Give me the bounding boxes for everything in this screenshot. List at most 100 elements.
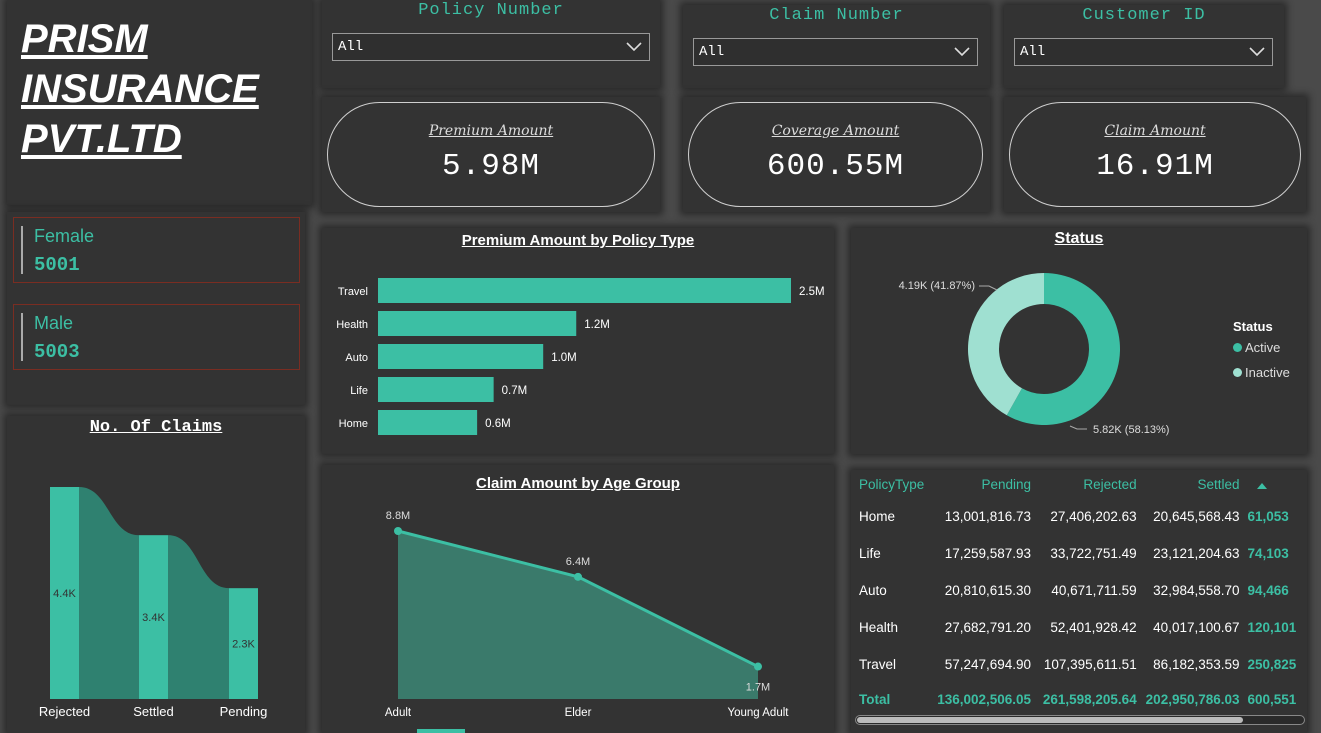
leader-line <box>1069 425 1087 430</box>
area-value-label: 6.4M <box>566 556 590 568</box>
claims-category-label: Rejected <box>39 704 90 719</box>
chevron-down-icon <box>954 47 970 57</box>
claims-category-label: Pending <box>220 704 268 719</box>
male-card: Male 5003 <box>13 304 300 370</box>
premium-by-policy-panel: Premium Amount by Policy Type Travel 2.5M… <box>322 228 834 454</box>
filter-policy-number: Policy Number All <box>322 0 660 88</box>
bar-auto <box>378 344 544 369</box>
kpi-coverage-value: 600.55M <box>766 149 905 184</box>
claim-by-age-panel: Claim Amount by Age Group 8.8M Adult 6.4M E… <box>322 465 834 733</box>
scrollbar-thumb[interactable] <box>857 717 1243 723</box>
kpi-coverage-card: Coverage Amount 600.55M <box>688 102 983 207</box>
area-category-label: Young Adult <box>728 707 790 719</box>
matrix-header-row: PolicyType Pending Rejected Settled <box>851 470 1307 498</box>
bar-category-label: Auto <box>345 352 368 364</box>
bar-value-label: 1.2M <box>584 319 610 331</box>
area-category-label: Elder <box>565 707 592 719</box>
table-total-row: Total 136,002,506.05 261,598,205.64 202,… <box>859 691 1297 707</box>
claims-bar-value: 3.4K <box>142 612 165 624</box>
claims-bar-value: 2.3K <box>232 639 255 651</box>
bar-health <box>378 311 577 336</box>
claims-category-label: Settled <box>133 704 173 719</box>
bottom-page-indicator[interactable] <box>417 729 465 733</box>
premium-by-policy-chart: Travel 2.5M Health 1.2M Auto 1.0M Life 0.7M Home… <box>336 278 825 435</box>
status-legend: Status Active Inactive <box>1233 319 1290 380</box>
kpi-premium-label: Premium Amount <box>428 123 554 139</box>
col-header-pending[interactable]: Pending <box>933 470 1039 498</box>
claims-ribbon-chart: 4.4K Rejected 3.4K Settled 2.3K Pending <box>39 487 268 719</box>
bar-value-label: 0.6M <box>485 418 511 430</box>
bar-category-label: Home <box>339 418 368 430</box>
col-header-settled[interactable]: Settled <box>1145 470 1248 498</box>
filter-policy-number-label: Policy Number <box>418 1 564 20</box>
legend-item-active[interactable]: Active <box>1233 340 1290 355</box>
kpi-premium-panel: Premium Amount 5.98M <box>322 97 660 212</box>
chevron-down-icon <box>1249 47 1265 57</box>
filter-customer-id: Customer ID All <box>1004 5 1284 88</box>
col-header-rejected[interactable]: Rejected <box>1039 470 1145 498</box>
bar-home <box>378 410 478 435</box>
female-count: 5001 <box>34 254 80 276</box>
leader-line <box>979 285 998 291</box>
legend-dot-inactive-icon <box>1233 368 1242 377</box>
bar-value-label: 0.7M <box>502 385 528 397</box>
donut-label-inactive: 4.19K (41.87%) <box>899 280 975 292</box>
kpi-claim-card: Claim Amount 16.91M <box>1009 102 1301 207</box>
brand-panel: PRISM INSURANCE PVT.LTD <box>7 0 312 205</box>
bar-value-label: 2.5M <box>799 286 825 298</box>
customer-id-dropdown[interactable]: All <box>1014 38 1273 66</box>
filter-claim-number-label: Claim Number <box>769 6 904 25</box>
col-header-total[interactable] <box>1248 470 1307 498</box>
bar-category-label: Life <box>350 385 368 397</box>
claim-number-dropdown[interactable]: All <box>693 38 978 66</box>
table-row: Health 27,682,791.20 52,401,928.42 40,01… <box>859 620 1297 635</box>
kpi-claim-value: 16.91M <box>1096 149 1214 184</box>
area-category-label: Adult <box>385 707 412 719</box>
claim-by-age-chart: 8.8M Adult 6.4M Elder 1.7M Young Adult <box>385 510 790 719</box>
status-legend-title: Status <box>1233 319 1273 334</box>
ribbon-band <box>79 487 139 699</box>
claims-matrix-panel: PolicyType Pending Rejected Settled Home… <box>851 470 1307 733</box>
donut-label-active: 5.82K (58.13%) <box>1093 424 1169 436</box>
kpi-coverage-panel: Coverage Amount 600.55M <box>683 97 990 212</box>
filter-customer-id-label: Customer ID <box>1082 6 1206 25</box>
gender-panel: Female 5001 Male 5003 <box>7 212 305 405</box>
area-point-adult <box>394 527 402 535</box>
male-count: 5003 <box>34 341 80 363</box>
area-point-young-adult <box>754 662 762 671</box>
chevron-down-icon <box>626 42 642 52</box>
ribbon-band <box>168 535 229 699</box>
col-header-policytype[interactable]: PolicyType <box>851 470 933 498</box>
claims-matrix: PolicyType Pending Rejected Settled Home… <box>851 470 1307 715</box>
filter-claim-number: Claim Number All <box>683 5 990 88</box>
brand-title: PRISM INSURANCE PVT.LTD <box>21 17 259 161</box>
bar-category-label: Travel <box>338 286 368 298</box>
area-value-label: 1.7M <box>746 682 770 694</box>
bar-category-label: Health <box>336 319 368 331</box>
kpi-coverage-label: Coverage Amount <box>771 123 900 139</box>
table-row: Auto 20,810,615.30 40,671,711.59 32,984,… <box>859 583 1289 598</box>
bar-travel <box>378 278 791 303</box>
female-card: Female 5001 <box>13 217 300 283</box>
kpi-premium-value: 5.98M <box>441 149 540 184</box>
area-value-label: 8.8M <box>386 510 410 522</box>
sort-asc-icon <box>1257 482 1267 489</box>
horizontal-scrollbar[interactable] <box>855 715 1305 725</box>
policy-number-dropdown[interactable]: All <box>332 33 650 61</box>
table-row: Home 13,001,816.73 27,406,202.63 20,645,… <box>859 509 1289 524</box>
legend-dot-active-icon <box>1233 343 1242 352</box>
status-panel: Status 5.82K (58.13%) 4.19K (41.87%) Stat… <box>851 228 1307 454</box>
kpi-premium-card: Premium Amount 5.98M <box>327 102 655 207</box>
bar-value-label: 1.0M <box>551 352 577 364</box>
bar-life <box>378 377 494 402</box>
legend-item-inactive[interactable]: Inactive <box>1233 365 1290 380</box>
kpi-claim-label: Claim Amount <box>1104 123 1206 139</box>
table-row: Travel 57,247,694.90 107,395,611.51 86,1… <box>859 657 1297 672</box>
kpi-claim-panel: Claim Amount 16.91M <box>1004 97 1306 212</box>
male-label: Male <box>34 313 74 333</box>
area-point-elder <box>574 572 582 581</box>
female-label: Female <box>34 226 95 246</box>
claims-count-panel: No. Of Claims 4.4K Rejected 3.4K Settled 2.3… <box>7 416 305 733</box>
claims-bar-value: 4.4K <box>53 588 76 600</box>
table-row: Life 17,259,587.93 33,722,751.49 23,121,… <box>859 546 1289 561</box>
